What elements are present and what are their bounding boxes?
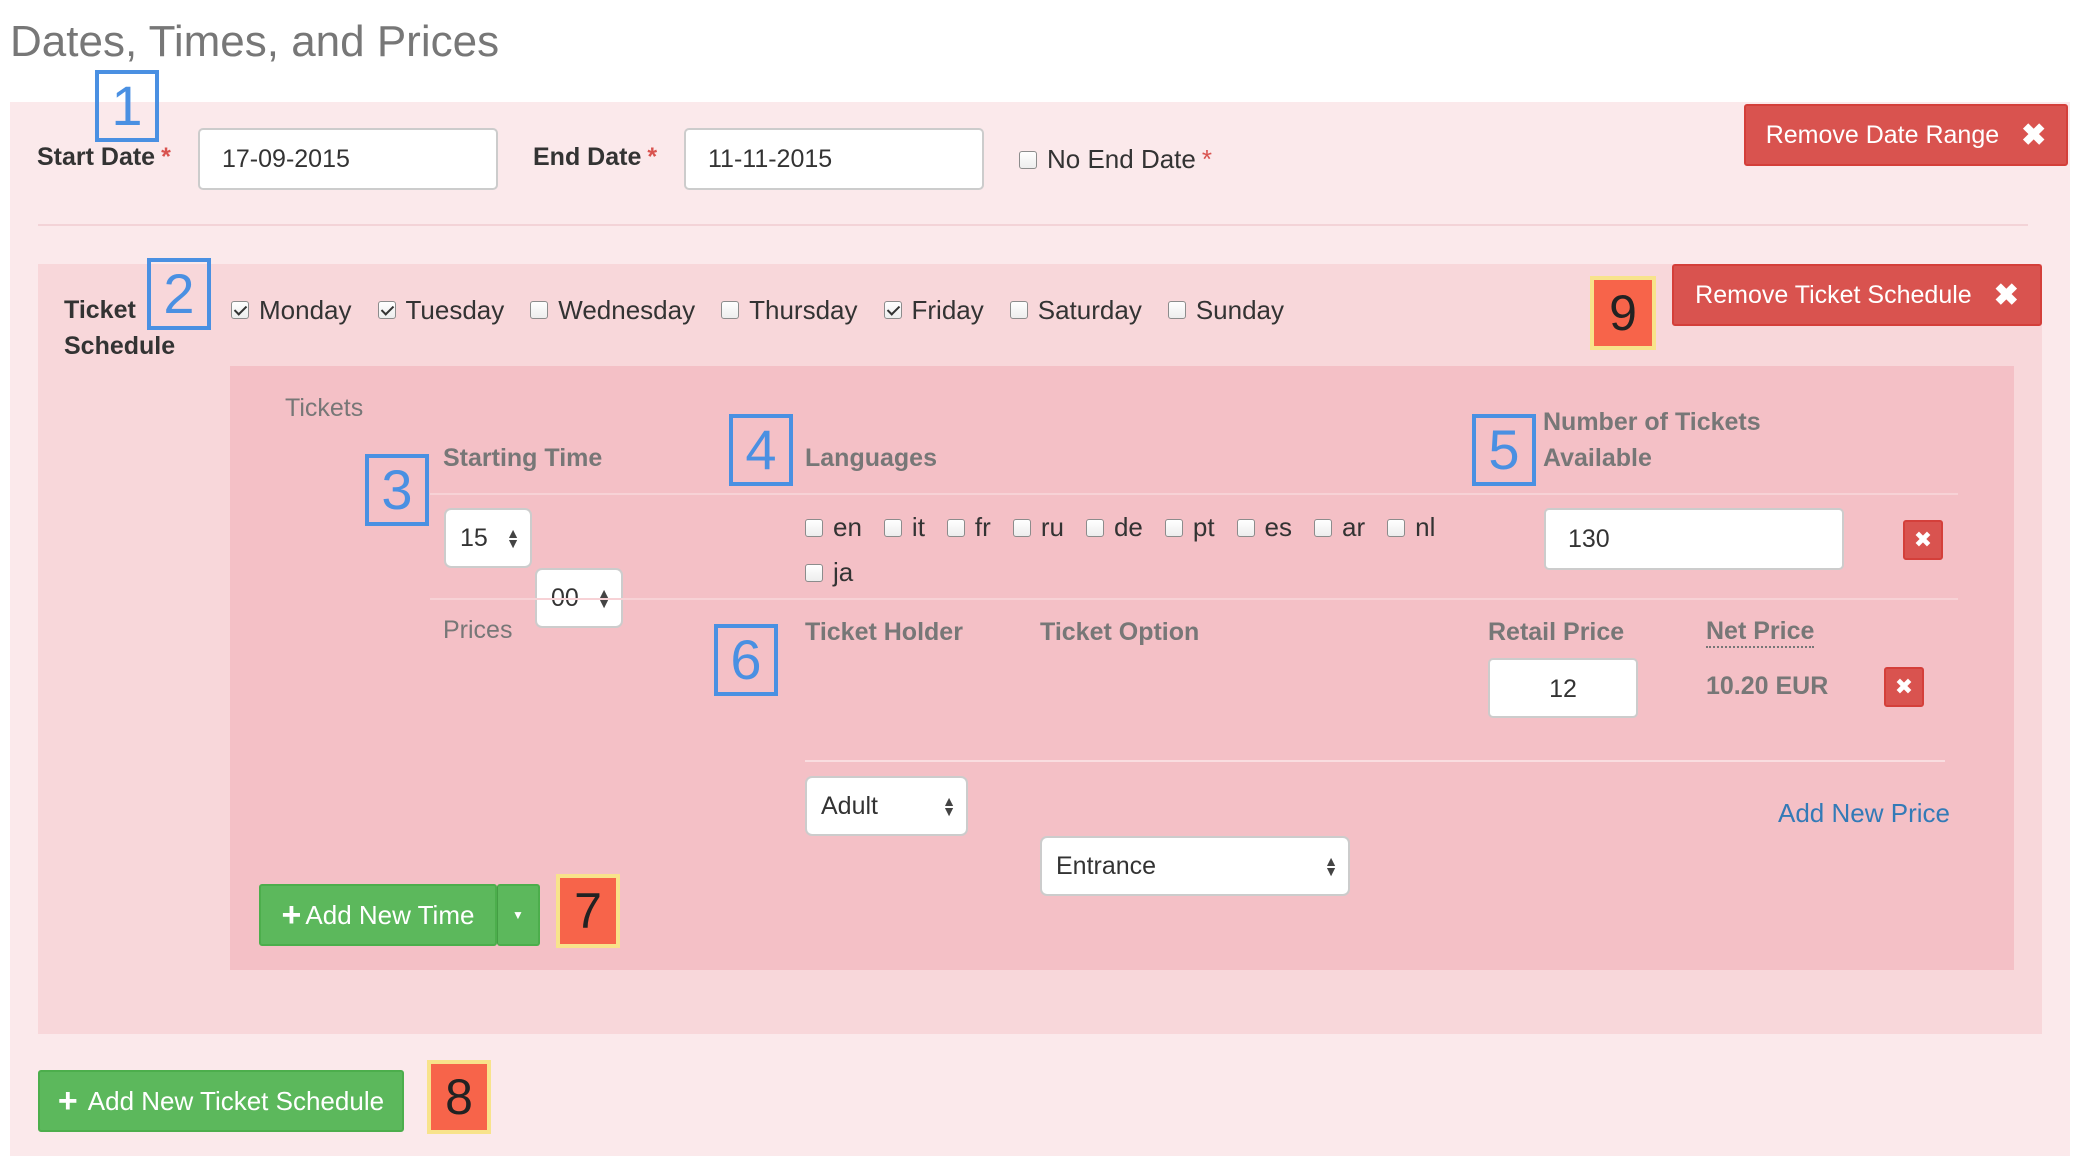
day-sunday-checkbox[interactable] [1167,301,1186,319]
annotation-5: 5 [1472,414,1536,486]
delete-price-button[interactable]: ✖ [1884,667,1924,707]
lang-pt[interactable]: pt [1164,512,1215,543]
lang-de[interactable]: de [1085,512,1143,543]
close-icon: ✖ [1894,674,1914,699]
delete-time-button[interactable]: ✖ [1903,520,1943,560]
languages-label: Languages [805,444,937,472]
day-friday-checkbox[interactable] [883,301,902,319]
lang-ar-checkbox[interactable] [1314,518,1333,537]
day-thursday[interactable]: Thursday [721,295,858,326]
day-tuesday[interactable]: Tuesday [377,295,504,326]
day-monday-checkbox[interactable] [231,301,249,319]
day-saturday[interactable]: Saturday [1009,295,1142,326]
page-title: Dates, Times, and Prices [10,17,500,66]
language-checkboxes: en it fr ru de pt es ar nl ja [805,512,1485,588]
date-range-divider [38,224,2028,226]
net-price-value: 10.20 EUR [1706,672,1829,700]
ticket-option-label: Ticket Option [1040,618,1200,646]
day-wednesday[interactable]: Wednesday [530,295,695,326]
tickets-section-label: Tickets [285,394,364,422]
add-new-time-button[interactable]: + Add New Time [259,884,497,946]
lang-ja[interactable]: ja [805,557,853,588]
num-tickets-label: Number of Tickets Available [1543,408,1761,472]
day-wednesday-checkbox[interactable] [530,301,549,319]
annotation-4: 4 [729,414,793,486]
no-end-date-checkbox[interactable] [1019,150,1037,169]
ticket-option-select[interactable]: Entrance ▲ ▼ [1040,836,1350,896]
plus-icon: + [281,896,302,934]
annotation-9: 9 [1590,276,1656,350]
net-price-label: Net Price [1706,616,1815,648]
annotation-8: 8 [427,1060,491,1134]
end-date-label: End Date * [533,143,658,171]
add-time-dropdown-toggle[interactable]: ▼ [497,884,540,946]
tickets-header-divider [430,493,1958,495]
lang-es[interactable]: es [1236,512,1292,543]
select-arrows-icon: ▲ ▼ [1324,853,1338,879]
end-date-input[interactable]: 11-11-2015 [684,128,984,190]
lang-nl[interactable]: nl [1387,512,1435,543]
lang-ja-checkbox[interactable] [805,563,823,582]
prices-divider [430,598,1958,600]
annotation-7: 7 [556,874,620,948]
retail-price-input[interactable]: 12 [1488,658,1638,718]
retail-price-label: Retail Price [1488,618,1625,646]
close-icon: ✖ [1913,527,1933,552]
remove-ticket-schedule-button[interactable]: Remove Ticket Schedule ✖ [1672,264,2042,326]
remove-date-range-button[interactable]: Remove Date Range ✖ [1744,104,2068,166]
lang-ar[interactable]: ar [1314,512,1365,543]
ticket-holder-select[interactable]: Adult ▲ ▼ [805,776,968,836]
prices-bottom-divider [805,760,1945,762]
num-tickets-input[interactable]: 130 [1544,508,1844,570]
weekday-checkboxes: Monday Tuesday Wednesday Thursday Friday… [231,292,1284,328]
day-friday[interactable]: Friday [883,295,984,326]
start-date-input[interactable]: 17-09-2015 [198,128,498,190]
lang-en-checkbox[interactable] [805,518,823,537]
day-monday[interactable]: Monday [231,295,352,326]
starting-time-label: Starting Time [443,444,603,472]
day-thursday-checkbox[interactable] [721,301,740,319]
lang-ru[interactable]: ru [1012,512,1064,543]
day-sunday[interactable]: Sunday [1167,295,1284,326]
close-icon: ✖ [1993,278,2019,312]
lang-it-checkbox[interactable] [883,518,902,537]
ticket-holder-label: Ticket Holder [805,618,963,646]
add-new-price-link[interactable]: Add New Price [1778,798,1950,829]
start-date-label: Start Date * [37,143,171,171]
lang-fr-checkbox[interactable] [946,518,965,537]
lang-en[interactable]: en [805,512,862,543]
add-new-ticket-schedule-button[interactable]: + Add New Ticket Schedule [38,1070,404,1132]
day-tuesday-checkbox[interactable] [377,301,396,319]
day-saturday-checkbox[interactable] [1009,301,1028,319]
hour-select[interactable]: 15 ▲ ▼ [444,508,532,568]
annotation-3: 3 [365,454,429,526]
prices-section-label: Prices [443,616,513,644]
annotation-6: 6 [714,624,778,696]
plus-icon: + [57,1082,78,1120]
select-arrows-icon: ▲ ▼ [506,525,520,551]
lang-it[interactable]: it [883,512,925,543]
no-end-date-label: No End Date * [1047,144,1212,174]
lang-fr[interactable]: fr [946,512,991,543]
close-icon: ✖ [2021,118,2047,152]
lang-es-checkbox[interactable] [1236,518,1255,537]
lang-de-checkbox[interactable] [1085,518,1104,537]
lang-pt-checkbox[interactable] [1164,518,1183,537]
annotation-1: 1 [95,70,159,142]
select-arrows-icon: ▲ ▼ [942,793,956,819]
no-end-date-option[interactable]: No End Date * [1019,144,1212,175]
annotation-2: 2 [147,258,211,330]
caret-down-icon: ▼ [512,908,524,922]
lang-ru-checkbox[interactable] [1012,518,1031,537]
lang-nl-checkbox[interactable] [1387,518,1406,537]
